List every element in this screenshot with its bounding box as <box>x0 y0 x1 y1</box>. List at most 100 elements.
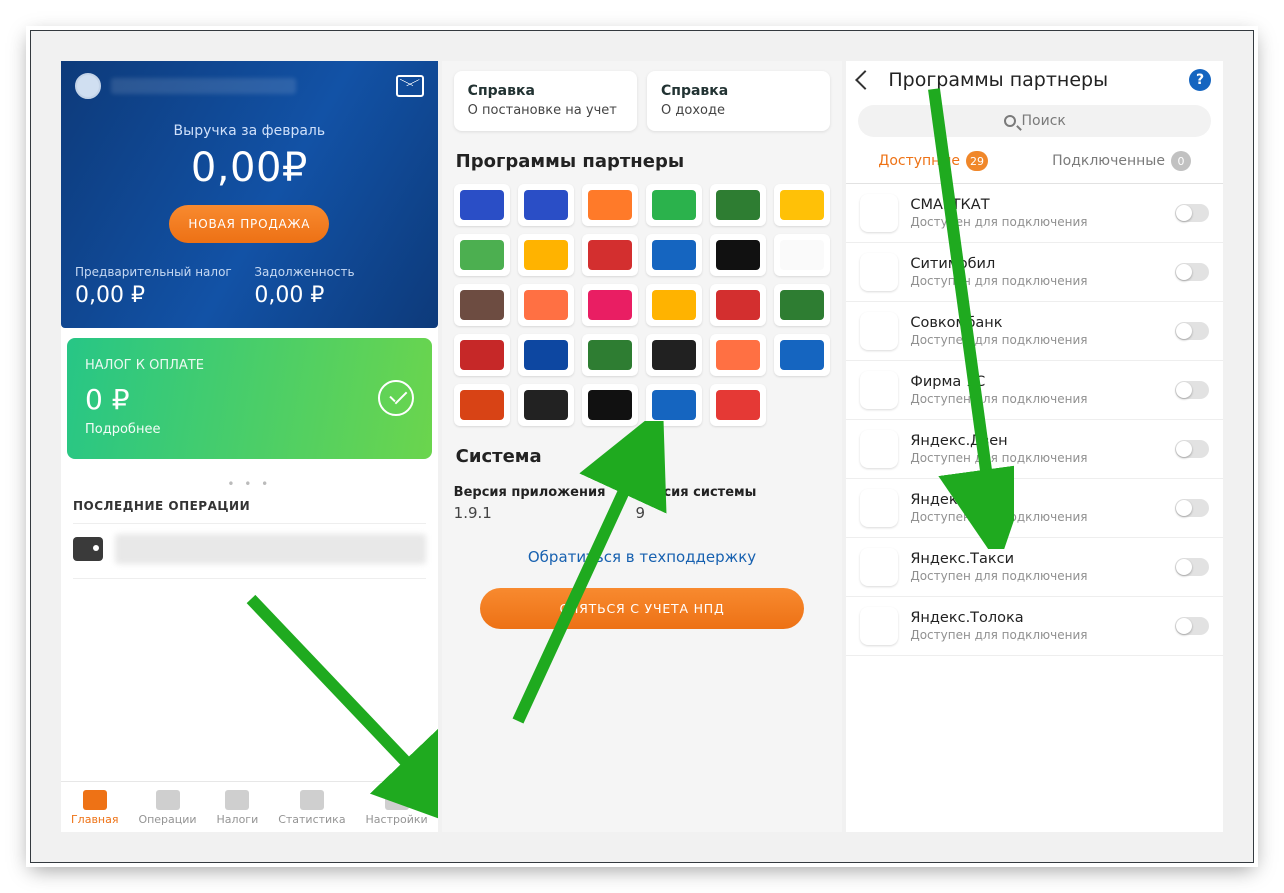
debt-block: Задолженность 0,00 ₽ <box>254 265 423 308</box>
partner-app-icon[interactable] <box>454 234 510 276</box>
partner-app-icon[interactable] <box>518 384 574 426</box>
system-heading: Система <box>456 446 829 467</box>
partner-app-icon[interactable] <box>710 234 766 276</box>
new-sale-button[interactable]: НОВАЯ ПРОДАЖА <box>169 205 329 243</box>
toggle-switch[interactable] <box>1175 499 1209 517</box>
metrics-row: Предварительный налог 0,00 ₽ Задолженнос… <box>75 265 424 308</box>
search-icon <box>1004 115 1016 127</box>
nav-tax[interactable]: Налоги <box>217 790 259 826</box>
partner-app-icon[interactable] <box>710 284 766 326</box>
nav-settings[interactable]: Настройки <box>366 790 428 826</box>
partner-app-icon[interactable] <box>454 334 510 376</box>
partner-app-icon[interactable] <box>582 184 638 226</box>
partner-row[interactable]: Ситимобил Доступен для подключения <box>846 243 1223 302</box>
partner-row[interactable]: Фирма 1С Доступен для подключения <box>846 361 1223 420</box>
back-icon[interactable] <box>855 70 875 90</box>
nav-main[interactable]: Главная <box>71 790 119 826</box>
tax-more-link[interactable]: Подробнее <box>85 422 204 437</box>
help-icon[interactable]: ? <box>1189 69 1211 91</box>
wallet-icon <box>73 537 103 561</box>
system-version-block: Версия системы 9 <box>635 485 756 522</box>
partner-app-icon[interactable] <box>710 334 766 376</box>
partner-app-icon[interactable] <box>774 234 830 276</box>
nav-label: Операции <box>138 813 196 826</box>
partner-app-icon[interactable] <box>646 234 702 276</box>
op-row[interactable] <box>73 523 426 564</box>
toggle-switch[interactable] <box>1175 204 1209 222</box>
system-version-label: Версия системы <box>635 485 756 500</box>
avatar-icon[interactable] <box>75 73 101 99</box>
partner-row[interactable]: Яндекс.ТаксиДоступен для подключения <box>846 538 1223 597</box>
partner-row[interactable]: СМАРТКАТДоступен для подключения <box>846 184 1223 243</box>
nav-label: Статистика <box>278 813 345 826</box>
ref-card-income[interactable]: Справка О доходе <box>647 71 830 131</box>
partner-app-icon[interactable] <box>582 334 638 376</box>
ref-card-registration[interactable]: Справка О постановке на учет <box>454 71 637 131</box>
screen-partners: Программы партнеры ? Поиск Доступные 29 … <box>846 61 1223 832</box>
partner-name: Совкомбанк <box>910 315 1163 331</box>
partner-name: Фирма 1С <box>910 374 1163 390</box>
mail-icon[interactable] <box>396 75 424 97</box>
tax-label: НАЛОГ К ОПЛАТЕ <box>85 358 204 373</box>
partner-app-icon[interactable] <box>582 284 638 326</box>
partner-app-icon[interactable] <box>646 384 702 426</box>
partner-row[interactable]: Яндекс.Дзен Доступен для подключения <box>846 420 1223 479</box>
hero-panel: Выручка за февраль 0,00₽ НОВАЯ ПРОДАЖА П… <box>61 61 438 328</box>
tabs: Доступные 29 Подключенные 0 <box>846 143 1223 183</box>
partner-status: Доступен для подключения <box>910 451 1163 465</box>
partner-app-icon[interactable] <box>774 184 830 226</box>
search-placeholder: Поиск <box>1022 113 1066 129</box>
partner-status: Доступен для подключения <box>910 392 1163 406</box>
tax-card[interactable]: НАЛОГ К ОПЛАТЕ 0 ₽ Подробнее <box>67 338 432 459</box>
partner-row[interactable]: Яндекс.ЕдаДоступен для подключения <box>846 479 1223 538</box>
ref-title: Справка <box>468 83 623 99</box>
partner-name: Ситимобил <box>910 256 1163 272</box>
partner-app-icon[interactable] <box>710 384 766 426</box>
partner-app-icon[interactable] <box>454 384 510 426</box>
partner-status: Доступен для подключения <box>910 333 1163 347</box>
partner-app-icon[interactable] <box>454 284 510 326</box>
partner-app-icon[interactable] <box>774 334 830 376</box>
tab-badge: 29 <box>966 151 988 171</box>
search-input[interactable]: Поиск <box>858 105 1211 137</box>
tab-badge: 0 <box>1171 151 1191 171</box>
nav-stat[interactable]: Статистика <box>278 790 345 826</box>
composite-frame: Выручка за февраль 0,00₽ НОВАЯ ПРОДАЖА П… <box>30 30 1254 863</box>
toggle-switch[interactable] <box>1175 558 1209 576</box>
toggle-switch[interactable] <box>1175 381 1209 399</box>
partner-app-icon[interactable] <box>646 284 702 326</box>
partner-app-icon[interactable] <box>454 184 510 226</box>
toggle-switch[interactable] <box>1175 617 1209 635</box>
screen-settings: Справка О постановке на учет Справка О д… <box>442 61 843 832</box>
partner-name: Яндекс.Еда <box>910 492 1163 508</box>
partner-app-icon[interactable] <box>582 234 638 276</box>
partner-row[interactable]: Совкомбанк Доступен для подключения <box>846 302 1223 361</box>
partner-status: Доступен для подключения <box>910 628 1163 642</box>
screen-main: Выручка за февраль 0,00₽ НОВАЯ ПРОДАЖА П… <box>61 61 438 832</box>
partner-app-icon[interactable] <box>646 334 702 376</box>
checkmark-icon <box>378 380 414 416</box>
support-link[interactable]: Обратиться в техподдержку <box>454 548 831 566</box>
partner-app-icon[interactable] <box>518 284 574 326</box>
partner-row[interactable]: Яндекс.ТолокаДоступен для подключения <box>846 597 1223 656</box>
partner-app-icon[interactable] <box>710 184 766 226</box>
nav-ops[interactable]: Операции <box>138 790 196 826</box>
partner-status: Доступен для подключения <box>910 274 1163 288</box>
partner-list: СМАРТКАТДоступен для подключенияСитимоби… <box>846 183 1223 656</box>
page-title: Программы партнеры <box>888 69 1179 91</box>
partner-app-icon[interactable] <box>518 234 574 276</box>
partner-app-icon[interactable] <box>582 384 638 426</box>
partner-app-icon[interactable] <box>774 284 830 326</box>
partner-app-icon[interactable] <box>518 184 574 226</box>
partner-app-icon[interactable] <box>518 334 574 376</box>
toggle-switch[interactable] <box>1175 263 1209 281</box>
tab-connected[interactable]: Подключенные 0 <box>1052 151 1191 171</box>
unregister-button[interactable]: СНЯТЬСЯ С УЧЕТА НПД <box>480 588 804 629</box>
partner-name: Яндекс.Дзен <box>910 433 1163 449</box>
tab-available[interactable]: Доступные 29 <box>878 151 988 171</box>
partner-app-icon[interactable] <box>646 184 702 226</box>
toggle-switch[interactable] <box>1175 322 1209 340</box>
nav-label: Настройки <box>366 813 428 826</box>
pretax-value: 0,00 ₽ <box>75 283 244 308</box>
toggle-switch[interactable] <box>1175 440 1209 458</box>
